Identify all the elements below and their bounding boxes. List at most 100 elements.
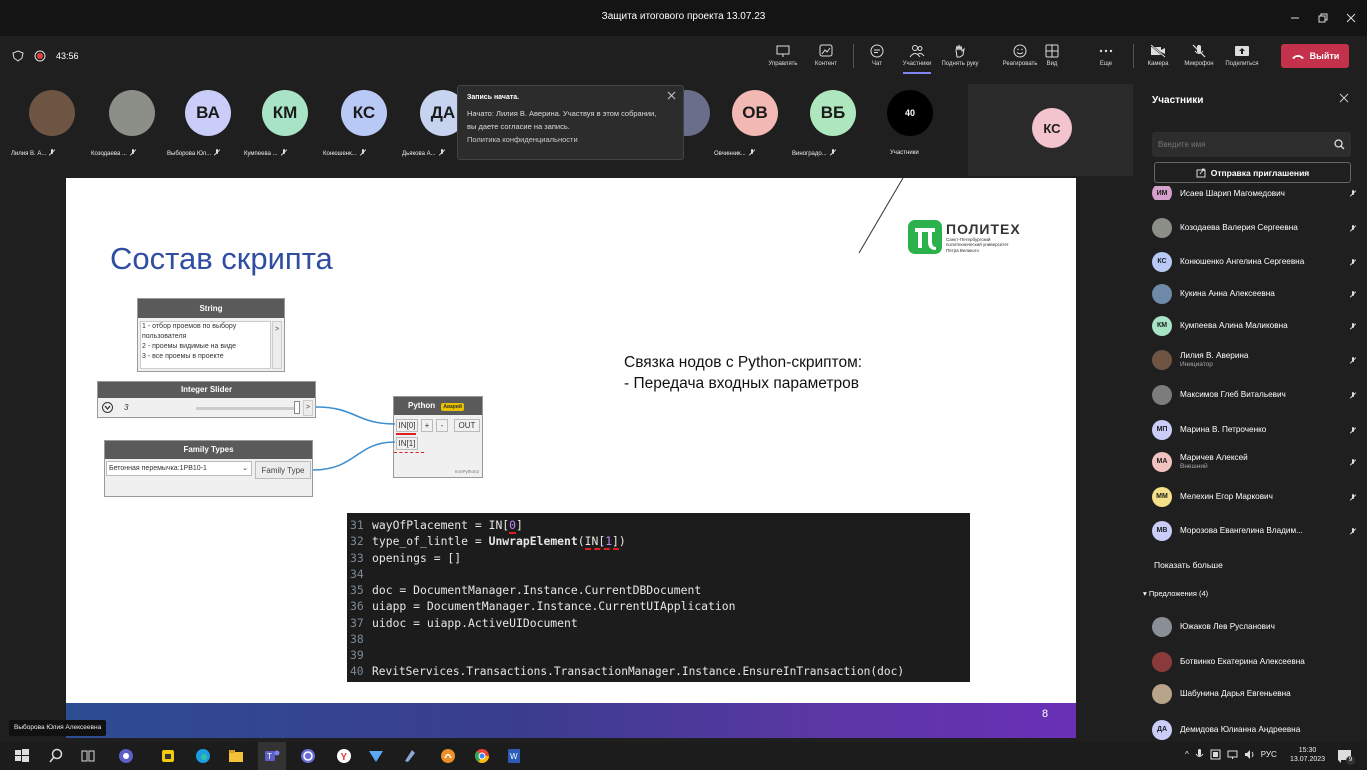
participant-list-item[interactable]: МВ Морозова Евангелина Владим... (1152, 513, 1364, 548)
shared-slide: Состав скрипта ПОЛИТЕХ Санкт-Петербургск… (66, 178, 1076, 738)
participant-list-item[interactable]: ММ Мелехин Егор Маркович (1152, 479, 1364, 514)
tray-mic-icon[interactable] (1195, 749, 1204, 760)
raise-hand-button[interactable]: Поднять руку (940, 36, 980, 76)
maximize-button[interactable] (1308, 0, 1338, 36)
microphone-button[interactable]: Микрофон (1179, 36, 1219, 76)
people-button[interactable]: Участники (897, 36, 937, 76)
suggested-participant[interactable]: Ботвинко Екатерина Алексеевна (1152, 644, 1364, 679)
app-icon-3[interactable] (300, 748, 316, 764)
toast-close-button[interactable] (667, 91, 676, 100)
mic-off-icon (1350, 258, 1356, 265)
restore-icon (1318, 13, 1328, 23)
avatar: МВ (1152, 520, 1172, 541)
camera-button[interactable]: Камера (1138, 36, 1178, 76)
participant-tile[interactable]: Лилия В. А... (11, 90, 89, 157)
invite-button[interactable]: Отправка приглашения (1154, 162, 1351, 183)
participant-list-item[interactable]: Козодаева Валерия Сергеевна (1152, 210, 1364, 245)
app-icon-1[interactable] (118, 748, 134, 764)
participant-tile[interactable]: ОВ Овчинник... (714, 90, 792, 157)
taskbar-search-icon[interactable] (48, 748, 64, 764)
participant-name: Шабунина Дарья Евгеньевна (1180, 689, 1291, 698)
share-button[interactable]: Поделиться (1222, 36, 1262, 76)
participant-list-item[interactable]: МП Марина В. Петроченко (1152, 412, 1364, 447)
view-button[interactable]: Вид (1032, 36, 1072, 76)
participant-list-item[interactable]: Максимов Глеб Витальевич (1152, 377, 1364, 412)
participant-count[interactable]: 40 (887, 90, 933, 136)
avatar (1152, 217, 1172, 238)
edge-icon[interactable] (195, 748, 211, 764)
tray-app-icon[interactable] (1210, 749, 1221, 760)
participant-name: Виноградо... (792, 149, 870, 157)
svg-text:Y: Y (341, 752, 348, 763)
mic-off-icon (1350, 527, 1356, 534)
more-button[interactable]: Еще (1086, 36, 1126, 76)
close-window-button[interactable] (1336, 0, 1366, 36)
volume-icon[interactable] (1244, 749, 1255, 760)
panel-close-button[interactable] (1339, 93, 1349, 103)
participant-name: Кумпеева Алина Маликовна (1180, 321, 1288, 330)
suggested-participant[interactable]: Шабунина Дарья Евгеньевна (1152, 676, 1364, 711)
input-language[interactable]: РУС (1261, 750, 1277, 759)
suggested-participant[interactable]: Южаков Лев Русланович (1152, 609, 1364, 644)
tray-chevron-up-icon[interactable]: ^ (1185, 750, 1189, 759)
network-icon[interactable] (1227, 749, 1238, 760)
participant-search[interactable] (1152, 132, 1351, 157)
participant-search-input[interactable] (1158, 137, 1318, 152)
windows-start-icon[interactable] (14, 748, 30, 764)
avatar: ОВ (732, 90, 778, 136)
grid-icon (1045, 44, 1059, 58)
participant-list-item[interactable]: КС Конюшенко Ангелина Сергеевна (1152, 244, 1364, 279)
mic-off-icon (1350, 426, 1356, 433)
participant-name: Кукина Анна Алексеевна (1180, 289, 1275, 298)
mic-off-icon (360, 149, 366, 155)
suggestions-header[interactable]: ▾ Предложения (4) (1143, 589, 1208, 598)
participant-list-item[interactable]: Кукина Анна Алексеевна (1152, 276, 1364, 311)
show-more-link[interactable]: Показать больше (1154, 560, 1223, 570)
svg-text:T: T (267, 752, 272, 761)
mic-off-icon (281, 149, 287, 155)
participant-tile[interactable]: ВА Выборова Юл... (167, 90, 245, 157)
participant-list-item[interactable]: Лилия В. Аверина Инициатор (1152, 342, 1364, 377)
mic-off-icon (439, 149, 445, 155)
avatar: ММ (1152, 486, 1172, 507)
manage-button[interactable]: Управлять (763, 36, 803, 76)
code-line: 39 (350, 648, 364, 663)
app-icon-6[interactable] (440, 748, 456, 764)
minimize-button[interactable] (1280, 0, 1310, 36)
leave-button[interactable]: Выйти (1281, 44, 1349, 68)
app-icon-2[interactable] (160, 748, 176, 764)
avatar: КМ (262, 90, 308, 136)
participant-list-item[interactable]: МА Маричев Алексей Внешний (1152, 444, 1364, 479)
search-icon (1334, 139, 1345, 150)
avatar (1152, 683, 1172, 704)
privacy-link[interactable]: Политика конфиденциальности (467, 135, 578, 144)
content-button[interactable]: Контент (806, 36, 846, 76)
participant-tile[interactable]: Козодаева ... (91, 90, 169, 157)
shield-icon (12, 50, 24, 62)
file-explorer-icon[interactable] (228, 748, 244, 764)
more-icon (1099, 49, 1113, 53)
task-view-icon[interactable] (80, 748, 96, 764)
chrome-icon[interactable] (474, 748, 490, 764)
participant-list-item[interactable]: КМ Кумпеева Алина Маликовна (1152, 308, 1364, 343)
chat-button[interactable]: Чат (857, 36, 897, 76)
app-icon-5[interactable] (402, 748, 418, 764)
word-icon[interactable]: W (506, 748, 522, 764)
avatar (1152, 384, 1172, 405)
avatar (1152, 651, 1172, 672)
participant-tile[interactable]: КМ Кумпеева ... (244, 90, 322, 157)
teams-icon[interactable]: T (264, 748, 280, 764)
yandex-browser-icon[interactable]: Y (336, 748, 352, 764)
participant-list-item[interactable]: ИМ Исаев Шарип Магомедович (1152, 186, 1364, 200)
participant-name: Максимов Глеб Витальевич (1180, 390, 1286, 399)
participant-tile[interactable]: ВБ Виноградо... (792, 90, 870, 157)
avatar (1152, 283, 1172, 304)
notification-center[interactable]: 9 (1337, 749, 1355, 765)
spotlight-tile[interactable]: КС (968, 84, 1133, 176)
app-icon-4[interactable] (368, 748, 384, 764)
chat-icon (870, 44, 884, 58)
participant-tile[interactable]: КС Конюшенк... (323, 90, 401, 157)
taskbar-clock[interactable]: 15:30 13.07.2023 (1290, 746, 1325, 764)
avatar: МП (1152, 419, 1172, 440)
mic-off-icon (1350, 391, 1356, 398)
